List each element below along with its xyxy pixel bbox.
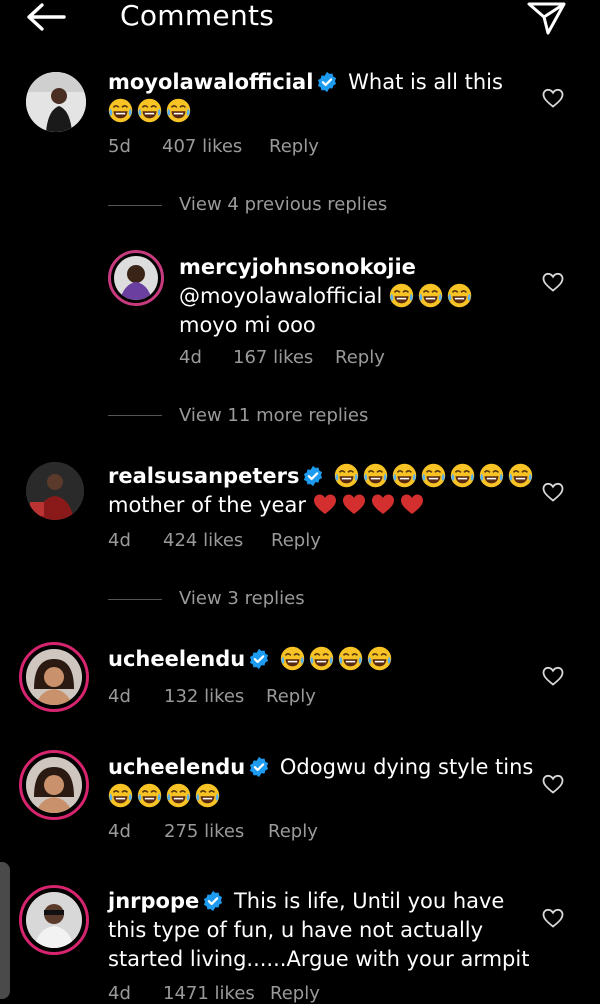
tears-of-joy-emoji-icon bbox=[166, 783, 191, 808]
red-heart-emoji-icon bbox=[400, 493, 424, 515]
tears-of-joy-emoji-icon bbox=[508, 463, 533, 488]
page-title: Comments bbox=[120, 0, 275, 32]
comment-username[interactable]: ucheelendu bbox=[108, 755, 245, 779]
verified-badge-icon bbox=[316, 71, 338, 93]
tears-of-joy-emoji-icon bbox=[334, 463, 359, 488]
mention-link[interactable]: @moyolawalofficial bbox=[179, 284, 382, 308]
comment-text: mother of the year bbox=[108, 493, 306, 517]
tears-of-joy-emoji-icon bbox=[280, 646, 305, 671]
comment-username[interactable]: moyolawalofficial bbox=[108, 70, 313, 94]
tears-of-joy-emoji-icon bbox=[338, 646, 363, 671]
comment-time: 4d bbox=[108, 821, 131, 842]
avatar[interactable] bbox=[114, 256, 158, 300]
comment-username[interactable]: mercyjohnsonokojie bbox=[179, 255, 416, 279]
divider bbox=[108, 599, 162, 600]
like-count[interactable]: 275 likes bbox=[164, 821, 268, 842]
tears-of-joy-emoji-icon bbox=[450, 463, 475, 488]
divider bbox=[108, 415, 162, 416]
verified-badge-icon bbox=[202, 890, 224, 912]
paper-plane-icon[interactable] bbox=[526, 0, 568, 36]
avatar[interactable] bbox=[26, 892, 82, 948]
tears-of-joy-emoji-icon bbox=[447, 283, 472, 308]
verified-badge-icon bbox=[248, 756, 270, 778]
comment-text: this type of fun, u have not actually bbox=[108, 918, 484, 942]
comment-time: 4d bbox=[108, 983, 131, 1004]
like-count[interactable]: 1471 likes bbox=[163, 983, 270, 1004]
tears-of-joy-emoji-icon bbox=[137, 98, 162, 123]
tears-of-joy-emoji-icon bbox=[309, 646, 334, 671]
heart-icon[interactable] bbox=[541, 86, 565, 110]
tears-of-joy-emoji-icon bbox=[421, 463, 446, 488]
like-count[interactable]: 132 likes bbox=[164, 686, 266, 707]
comment-time: 4d bbox=[179, 347, 202, 368]
like-count[interactable]: 424 likes bbox=[163, 530, 271, 551]
verified-badge-icon bbox=[248, 648, 270, 670]
header: Comments bbox=[0, 0, 600, 40]
reply-button[interactable]: Reply bbox=[266, 686, 316, 707]
heart-icon[interactable] bbox=[541, 664, 565, 688]
tears-of-joy-emoji-icon bbox=[166, 98, 191, 123]
reply-button[interactable]: Reply bbox=[270, 983, 320, 1004]
tears-of-joy-emoji-icon bbox=[363, 463, 388, 488]
avatar[interactable] bbox=[26, 72, 86, 132]
tears-of-joy-emoji-icon bbox=[108, 783, 133, 808]
tears-of-joy-emoji-icon bbox=[137, 783, 162, 808]
verified-badge-icon bbox=[302, 465, 324, 487]
tears-of-joy-emoji-icon bbox=[479, 463, 504, 488]
comment-username[interactable]: ucheelendu bbox=[108, 647, 245, 671]
reply-button[interactable]: Reply bbox=[271, 530, 321, 551]
comment-text: started living......Argue with your armp… bbox=[108, 947, 530, 971]
divider bbox=[108, 205, 162, 206]
tears-of-joy-emoji-icon bbox=[392, 463, 417, 488]
avatar[interactable] bbox=[26, 649, 82, 705]
heart-icon[interactable] bbox=[541, 906, 565, 930]
comment-text: Odogwu dying style tins bbox=[279, 755, 534, 779]
reply-button[interactable]: Reply bbox=[268, 821, 318, 842]
tears-of-joy-emoji-icon bbox=[418, 283, 443, 308]
red-heart-emoji-icon bbox=[342, 493, 366, 515]
comment-username[interactable]: jnrpope bbox=[108, 889, 199, 913]
tears-of-joy-emoji-icon bbox=[108, 98, 133, 123]
comment-time: 4d bbox=[108, 686, 131, 707]
tears-of-joy-emoji-icon bbox=[389, 283, 414, 308]
tears-of-joy-emoji-icon bbox=[367, 646, 392, 671]
like-count[interactable]: 407 likes bbox=[162, 136, 269, 157]
arrow-left-icon[interactable] bbox=[24, 2, 68, 32]
comment-text: moyo mi ooo bbox=[179, 313, 316, 337]
heart-icon[interactable] bbox=[541, 480, 565, 504]
red-heart-emoji-icon bbox=[371, 493, 395, 515]
like-count[interactable]: 167 likes bbox=[233, 347, 335, 368]
tears-of-joy-emoji-icon bbox=[195, 783, 220, 808]
avatar[interactable] bbox=[26, 462, 84, 520]
scroll-handle[interactable] bbox=[0, 862, 10, 999]
comment-time: 4d bbox=[108, 530, 131, 551]
red-heart-emoji-icon bbox=[313, 493, 337, 515]
heart-icon[interactable] bbox=[541, 270, 565, 294]
reply-button[interactable]: Reply bbox=[335, 347, 385, 368]
view-replies-button[interactable]: View 4 previous replies bbox=[179, 194, 387, 215]
reply-button[interactable]: Reply bbox=[269, 136, 319, 157]
comment-text: What is all this bbox=[348, 70, 503, 94]
comment-time: 5d bbox=[108, 136, 131, 157]
view-replies-button[interactable]: View 11 more replies bbox=[179, 405, 368, 426]
comment-text: This is life, Until you have bbox=[233, 889, 505, 913]
view-replies-button[interactable]: View 3 replies bbox=[179, 588, 305, 609]
heart-icon[interactable] bbox=[541, 772, 565, 796]
avatar[interactable] bbox=[26, 757, 82, 813]
comment-username[interactable]: realsusanpeters bbox=[108, 464, 299, 488]
